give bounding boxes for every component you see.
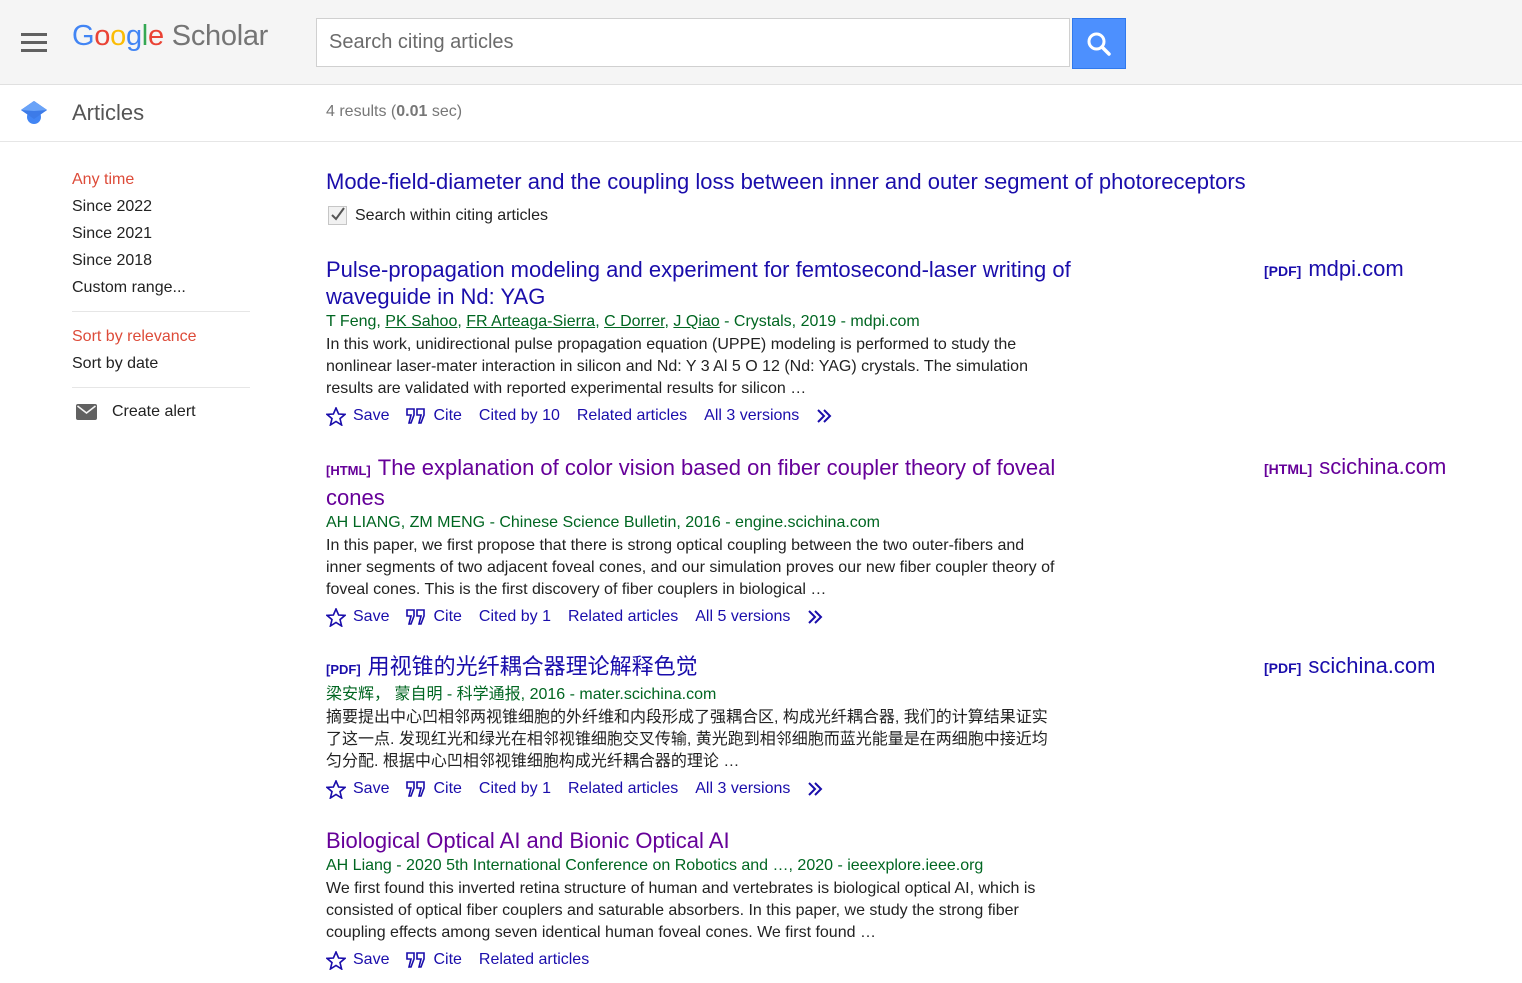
- filter-custom-range[interactable]: Custom range...: [72, 278, 252, 305]
- hamburger-menu-icon[interactable]: [21, 33, 47, 53]
- cited-by-link[interactable]: Cited by 1: [479, 780, 551, 798]
- sidebar-divider: [72, 387, 250, 388]
- related-articles-link[interactable]: Related articles: [577, 407, 687, 425]
- star-icon: [326, 950, 346, 970]
- sidebar-divider: [72, 311, 250, 312]
- filter-since-2022[interactable]: Since 2022: [72, 197, 252, 224]
- sort-by-date[interactable]: Sort by date: [72, 354, 252, 381]
- google-scholar-logo[interactable]: Google Scholar: [72, 20, 268, 53]
- checkbox[interactable]: [328, 206, 347, 225]
- result-actions: Save Cite Cited by 1 Related articles Al…: [326, 604, 1106, 630]
- pdf-link[interactable]: [PDF] mdpi.com: [1264, 256, 1404, 282]
- result-authors: AH Liang - 2020 5th International Confer…: [326, 857, 984, 874]
- result-title[interactable]: Pulse-propagation modeling and experimen…: [326, 257, 1071, 309]
- result-actions: Save Cite Cited by 1 Related articles Al…: [326, 776, 1106, 802]
- cited-by-link[interactable]: Cited by 10: [479, 407, 560, 425]
- sub-header: [0, 85, 1522, 142]
- versions-link[interactable]: All 3 versions: [695, 780, 790, 798]
- more-options-icon[interactable]: [807, 781, 836, 797]
- search-icon: [1087, 32, 1111, 56]
- result-snippet: In this work, unidirectional pulse propa…: [326, 336, 1028, 397]
- save-button[interactable]: Save: [326, 607, 389, 627]
- cite-button[interactable]: Cite: [406, 951, 462, 969]
- result-authors: AH LIANG, ZM MENG - Chinese Science Bull…: [326, 514, 881, 531]
- result-item: Biological Optical AI and Bionic Optical…: [326, 827, 1106, 973]
- more-options-icon[interactable]: [807, 609, 836, 625]
- result-snippet: 摘要提出中心凹相邻两视锥细胞的外纤维和内段形成了强耦合区, 构成光纤耦合器, 我…: [326, 709, 1048, 770]
- cite-button[interactable]: Cite: [406, 780, 462, 798]
- result-item: [HTML] The explanation of color vision ba…: [326, 454, 1106, 630]
- sidebar: Any time Since 2022 Since 2021 Since 201…: [72, 170, 252, 421]
- search-button[interactable]: [1072, 18, 1126, 69]
- pdf-link[interactable]: [PDF] scichina.com: [1264, 653, 1435, 679]
- create-alert-button[interactable]: Create alert: [72, 403, 252, 421]
- filter-since-2021[interactable]: Since 2021: [72, 224, 252, 251]
- sort-by-relevance[interactable]: Sort by relevance: [72, 327, 252, 354]
- save-button[interactable]: Save: [326, 779, 389, 799]
- related-articles-link[interactable]: Related articles: [568, 608, 678, 626]
- articles-section-label: Articles: [72, 100, 145, 125]
- result-title[interactable]: Biological Optical AI and Bionic Optical…: [326, 828, 730, 853]
- versions-link[interactable]: All 5 versions: [695, 608, 790, 626]
- save-button[interactable]: Save: [326, 950, 389, 970]
- related-articles-link[interactable]: Related articles: [568, 780, 678, 798]
- star-icon: [326, 406, 346, 426]
- results-count: 4 results (0.01 sec): [326, 103, 463, 120]
- filter-any-time[interactable]: Any time: [72, 170, 252, 197]
- result-snippet: We first found this inverted retina stru…: [326, 880, 1036, 941]
- checkmark-icon: [331, 207, 345, 221]
- cite-button[interactable]: Cite: [406, 608, 462, 626]
- quote-icon: [406, 609, 426, 625]
- mail-icon: [76, 404, 97, 420]
- result-title[interactable]: [PDF] 用视锥的光纤耦合器理论解释色觉: [326, 654, 698, 679]
- result-actions: Save Cite Related articles: [326, 947, 1106, 973]
- star-icon: [326, 607, 346, 627]
- result-authors: 梁安辉， 蒙自明 - 科学通报, 2016 - mater.scichina.c…: [326, 686, 717, 703]
- cited-by-link[interactable]: Cited by 1: [479, 608, 551, 626]
- result-item: Pulse-propagation modeling and experimen…: [326, 256, 1106, 429]
- search-within-checkbox[interactable]: Search within citing articles: [328, 206, 548, 225]
- author-link[interactable]: FR Arteaga-Sierra: [466, 313, 595, 330]
- quote-icon: [406, 952, 426, 968]
- search-box: [316, 18, 1070, 67]
- author-link[interactable]: PK Sahoo: [385, 313, 457, 330]
- cite-button[interactable]: Cite: [406, 407, 462, 425]
- versions-link[interactable]: All 3 versions: [704, 407, 799, 425]
- related-articles-link[interactable]: Related articles: [479, 951, 589, 969]
- more-options-icon[interactable]: [816, 408, 845, 424]
- quote-icon: [406, 408, 426, 424]
- result-actions: Save Cite Cited by 10 Related articles A…: [326, 403, 1106, 429]
- quote-icon: [406, 781, 426, 797]
- result-snippet: In this paper, we first propose that the…: [326, 537, 1055, 598]
- filter-since-2018[interactable]: Since 2018: [72, 251, 252, 278]
- articles-cap-icon: [21, 100, 47, 131]
- result-authors: T Feng, PK Sahoo, FR Arteaga-Sierra, C D…: [326, 313, 920, 330]
- author-link[interactable]: C Dorrer: [604, 313, 664, 330]
- html-link[interactable]: [HTML] scichina.com: [1264, 454, 1446, 480]
- search-input[interactable]: [317, 19, 1069, 66]
- star-icon: [326, 779, 346, 799]
- save-button[interactable]: Save: [326, 406, 389, 426]
- author-link[interactable]: J Qiao: [673, 313, 719, 330]
- result-title[interactable]: [HTML] The explanation of color vision ba…: [326, 455, 1055, 510]
- result-item: [PDF] 用视锥的光纤耦合器理论解释色觉 梁安辉， 蒙自明 - 科学通报, 20…: [326, 653, 1106, 802]
- cited-paper-title[interactable]: Mode-field-diameter and the coupling los…: [326, 169, 1246, 195]
